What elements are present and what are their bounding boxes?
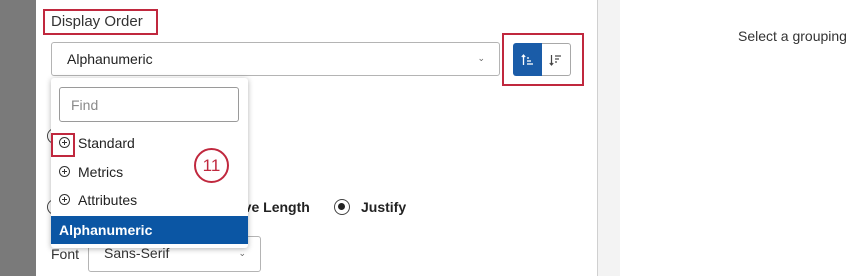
- dropdown-item-alphanumeric[interactable]: Alphanumeric: [51, 216, 248, 244]
- step-number-badge: 11: [194, 148, 229, 183]
- bar-width-radio-justify[interactable]: [334, 199, 350, 215]
- plus-icon-highlight-box: [51, 133, 75, 157]
- sort-ascending-icon: [520, 53, 533, 65]
- display-order-value: Alphanumeric: [67, 51, 153, 67]
- panel-gap: [598, 0, 620, 276]
- empty-state-message: Select a grouping: [738, 28, 847, 44]
- dropdown-item-label: Attributes: [78, 192, 138, 208]
- dropdown-item-label: Metrics: [78, 164, 124, 180]
- display-order-label: Display Order: [51, 13, 143, 30]
- dropdown-item-attributes[interactable]: Attributes: [51, 186, 248, 214]
- chevron-down-icon: ⌄: [477, 53, 485, 63]
- left-gray-strip: [0, 0, 36, 276]
- preview-pane: Select a grouping: [620, 0, 850, 276]
- dropdown-item-label: Standard: [78, 135, 135, 151]
- sort-descending-icon: [549, 54, 561, 66]
- find-input[interactable]: [59, 87, 239, 122]
- display-order-select[interactable]: Alphanumeric ⌄: [51, 42, 500, 76]
- plus-circle-icon[interactable]: [59, 194, 70, 205]
- sort-ascending-button[interactable]: [513, 43, 542, 76]
- plus-circle-icon[interactable]: [59, 166, 70, 177]
- sort-descending-button[interactable]: [542, 43, 571, 76]
- chevron-down-icon: ⌄: [238, 248, 246, 258]
- font-label: Font: [51, 246, 80, 262]
- bar-width-justify-label: Justify: [361, 199, 407, 215]
- dropdown-item-label: Alphanumeric: [59, 222, 153, 238]
